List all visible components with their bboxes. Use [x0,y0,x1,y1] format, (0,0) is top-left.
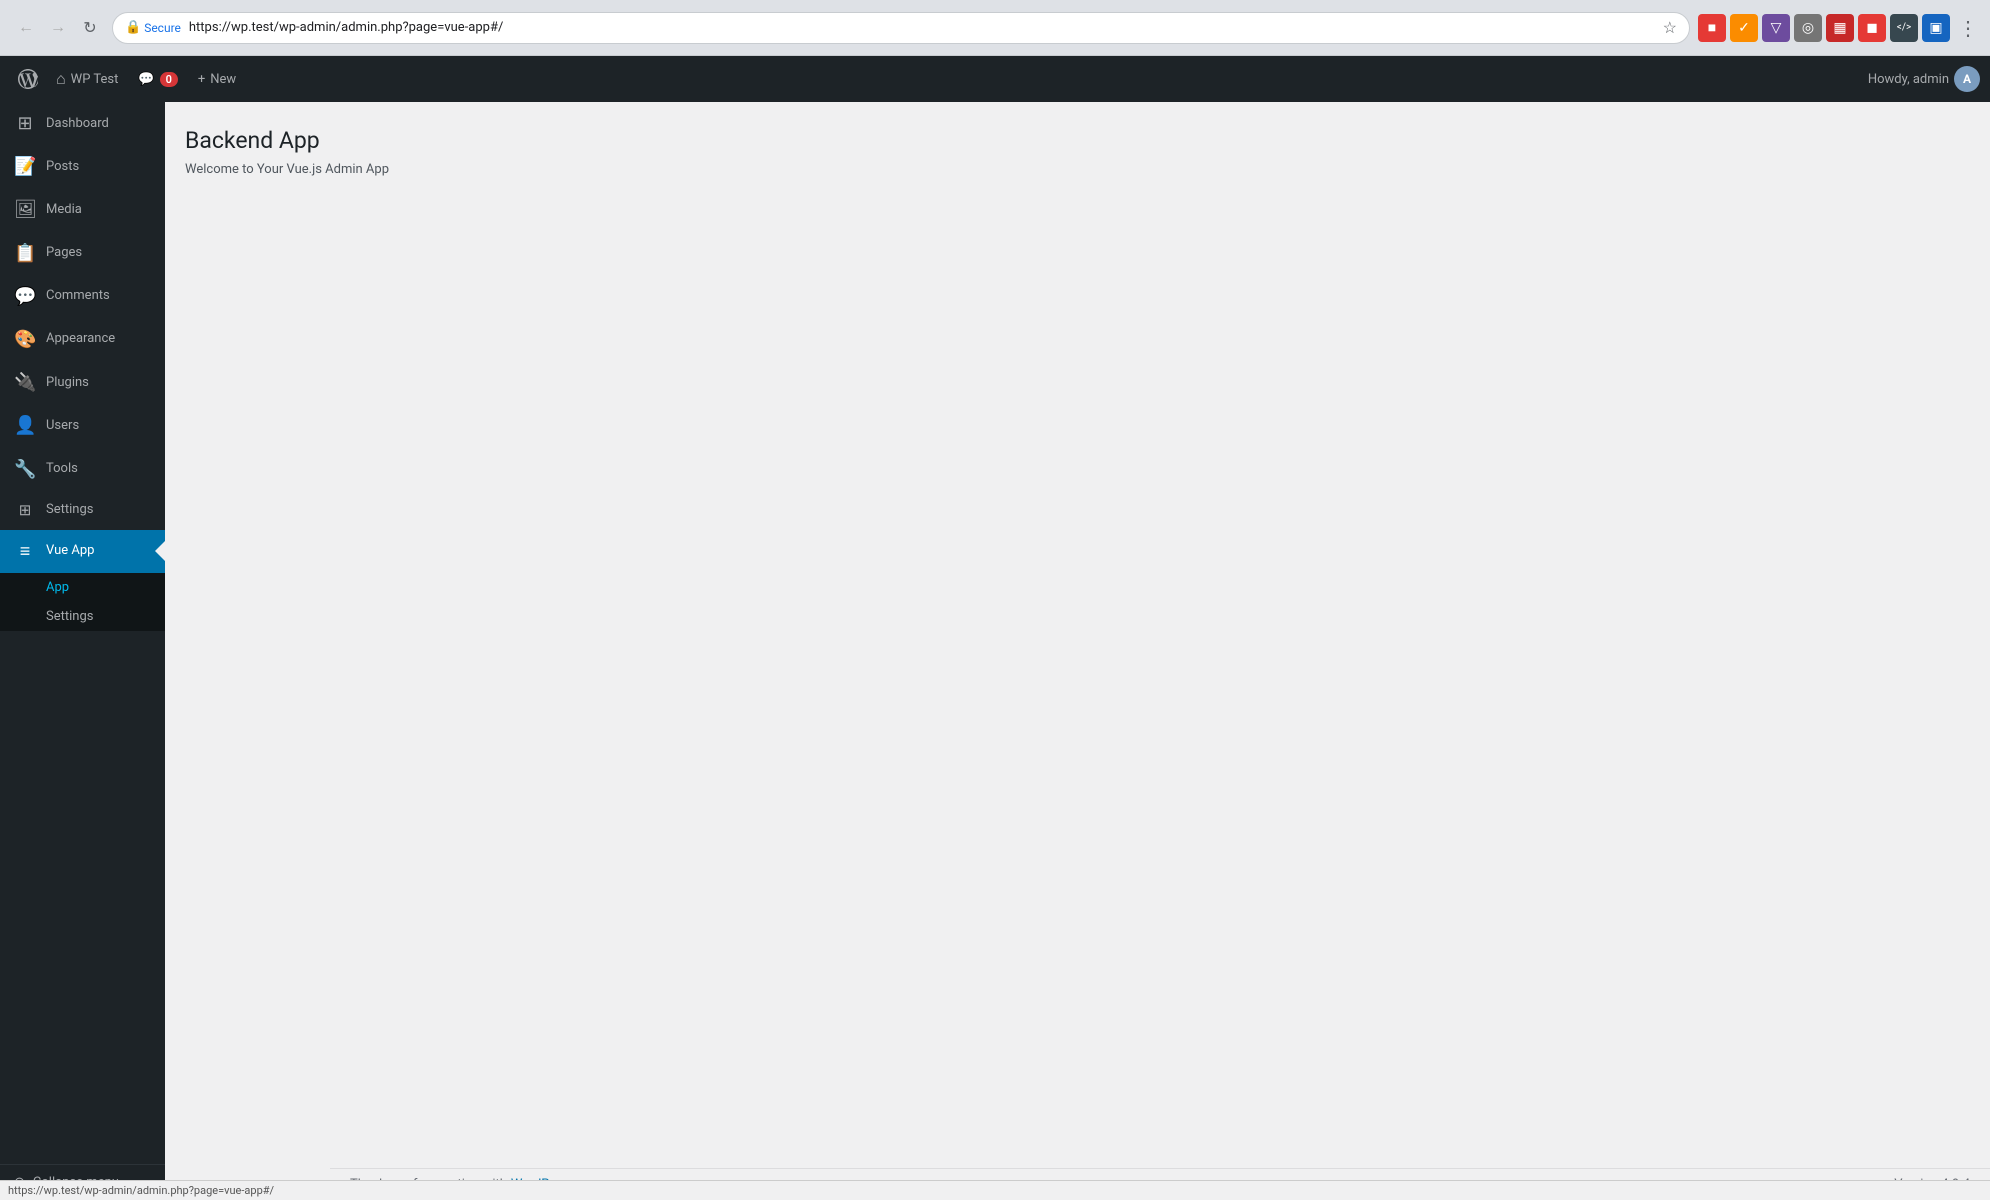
ext-btn-8[interactable]: ▣ [1922,14,1950,42]
ext-btn-4[interactable]: ◎ [1794,14,1822,42]
sidebar-submenu-vue-app: App Settings [0,573,165,631]
wp-admin-bar: ⌂ WP Test 💬 0 + New Howdy, admin A [0,56,1990,102]
browser-menu-button[interactable]: ⋮ [1958,16,1978,40]
vue-app-icon: ≡ [14,539,36,564]
sidebar-item-comments[interactable]: 💬 Comments [0,275,165,318]
sidebar-item-vue-app-label: Vue App [46,542,155,560]
home-icon: ⌂ [56,69,66,89]
address-bar[interactable]: 🔒 Secure https://wp.test/wp-admin/admin.… [112,12,1690,44]
nav-buttons: ← → ↻ [12,14,104,42]
comments-count: 0 [160,72,178,87]
pages-icon: 📋 [14,241,36,266]
secure-label: Secure [144,21,181,35]
sidebar-item-appearance[interactable]: 🎨 Appearance [0,318,165,361]
new-label: New [210,72,236,87]
ext-btn-7[interactable]: </> [1890,14,1918,42]
sidebar-item-label: Tools [46,460,155,478]
ext-btn-2[interactable]: ✓ [1730,14,1758,42]
admin-bar-right: Howdy, admin A [1868,66,1980,92]
sidebar-item-posts[interactable]: 📝 Posts [0,145,165,188]
status-url: https://wp.test/wp-admin/admin.php?page=… [8,1184,274,1197]
sidebar-item-label: Plugins [46,374,155,392]
sidebar-subitem-app[interactable]: App [0,573,165,602]
forward-button[interactable]: → [44,14,72,42]
wp-wrapper: ⊞ Dashboard 📝 Posts 🖼 Media 📋 Pages 💬 Co… [0,102,1990,1200]
comments-icon: 💬 [14,284,36,309]
sidebar-item-label: Media [46,201,155,219]
ext-btn-1[interactable]: ■ [1698,14,1726,42]
comment-icon: 💬 [138,72,154,87]
admin-bar-left: ⌂ WP Test 💬 0 + New [10,56,1868,102]
browser-extensions: ■ ✓ ▽ ◎ ▦ ◼ </> ▣ ⋮ [1698,14,1978,42]
back-button[interactable]: ← [12,14,40,42]
sidebar-item-label: Pages [46,244,155,262]
sidebar-item-settings[interactable]: ⊞ Settings [0,491,165,530]
browser-status-bar: https://wp.test/wp-admin/admin.php?page=… [0,1180,1990,1200]
sidebar-item-media[interactable]: 🖼 Media [0,188,165,231]
active-chevron [155,541,165,561]
admin-bar-new[interactable]: + New [188,56,246,102]
posts-icon: 📝 [14,154,36,179]
sidebar-item-pages[interactable]: 📋 Pages [0,232,165,275]
bookmark-icon[interactable]: ☆ [1663,18,1677,37]
sidebar-item-label: Dashboard [46,115,155,133]
sidebar-subitem-settings[interactable]: Settings [0,602,165,631]
secure-badge: 🔒 Secure [125,20,181,35]
admin-bar-site[interactable]: ⌂ WP Test [46,56,128,102]
sidebar-item-label: Posts [46,158,155,176]
sidebar-item-users[interactable]: 👤 Users [0,404,165,447]
wp-sidebar: ⊞ Dashboard 📝 Posts 🖼 Media 📋 Pages 💬 Co… [0,102,165,1200]
wp-logo-button[interactable] [10,56,46,102]
ext-btn-3[interactable]: ▽ [1762,14,1790,42]
browser-chrome: ← → ↻ 🔒 Secure https://wp.test/wp-admin/… [0,0,1990,56]
sidebar-item-plugins[interactable]: 🔌 Plugins [0,361,165,404]
sidebar-item-label: Settings [46,501,155,519]
ext-btn-5[interactable]: ▦ [1826,14,1854,42]
appearance-icon: 🎨 [14,327,36,352]
sidebar-item-tools[interactable]: 🔧 Tools [0,448,165,491]
lock-icon: 🔒 [125,20,141,35]
page-subtitle: Welcome to Your Vue.js Admin App [185,162,1970,177]
howdy-text: Howdy, admin [1868,72,1949,87]
admin-bar-site-name: WP Test [71,72,119,87]
settings-icon: ⊞ [14,500,36,521]
page-title: Backend App [185,126,1970,156]
users-icon: 👤 [14,413,36,438]
ext-btn-6[interactable]: ◼ [1858,14,1886,42]
url-text: https://wp.test/wp-admin/admin.php?page=… [189,20,1655,35]
sidebar-item-vue-app[interactable]: ≡ Vue App [0,530,165,573]
tools-icon: 🔧 [14,457,36,482]
plus-icon: + [198,72,205,87]
admin-avatar[interactable]: A [1954,66,1980,92]
refresh-button[interactable]: ↻ [76,14,104,42]
sidebar-item-label: Comments [46,287,155,305]
sidebar-item-dashboard[interactable]: ⊞ Dashboard [0,102,165,145]
plugins-icon: 🔌 [14,370,36,395]
admin-bar-comments[interactable]: 💬 0 [128,56,187,102]
wp-content: Backend App Welcome to Your Vue.js Admin… [165,102,1990,1200]
subitem-app-label: App [46,580,69,595]
media-icon: 🖼 [14,197,36,222]
dashboard-icon: ⊞ [14,111,36,136]
sidebar-item-label: Appearance [46,330,155,348]
subitem-settings-label: Settings [46,609,93,624]
sidebar-item-label: Users [46,417,155,435]
